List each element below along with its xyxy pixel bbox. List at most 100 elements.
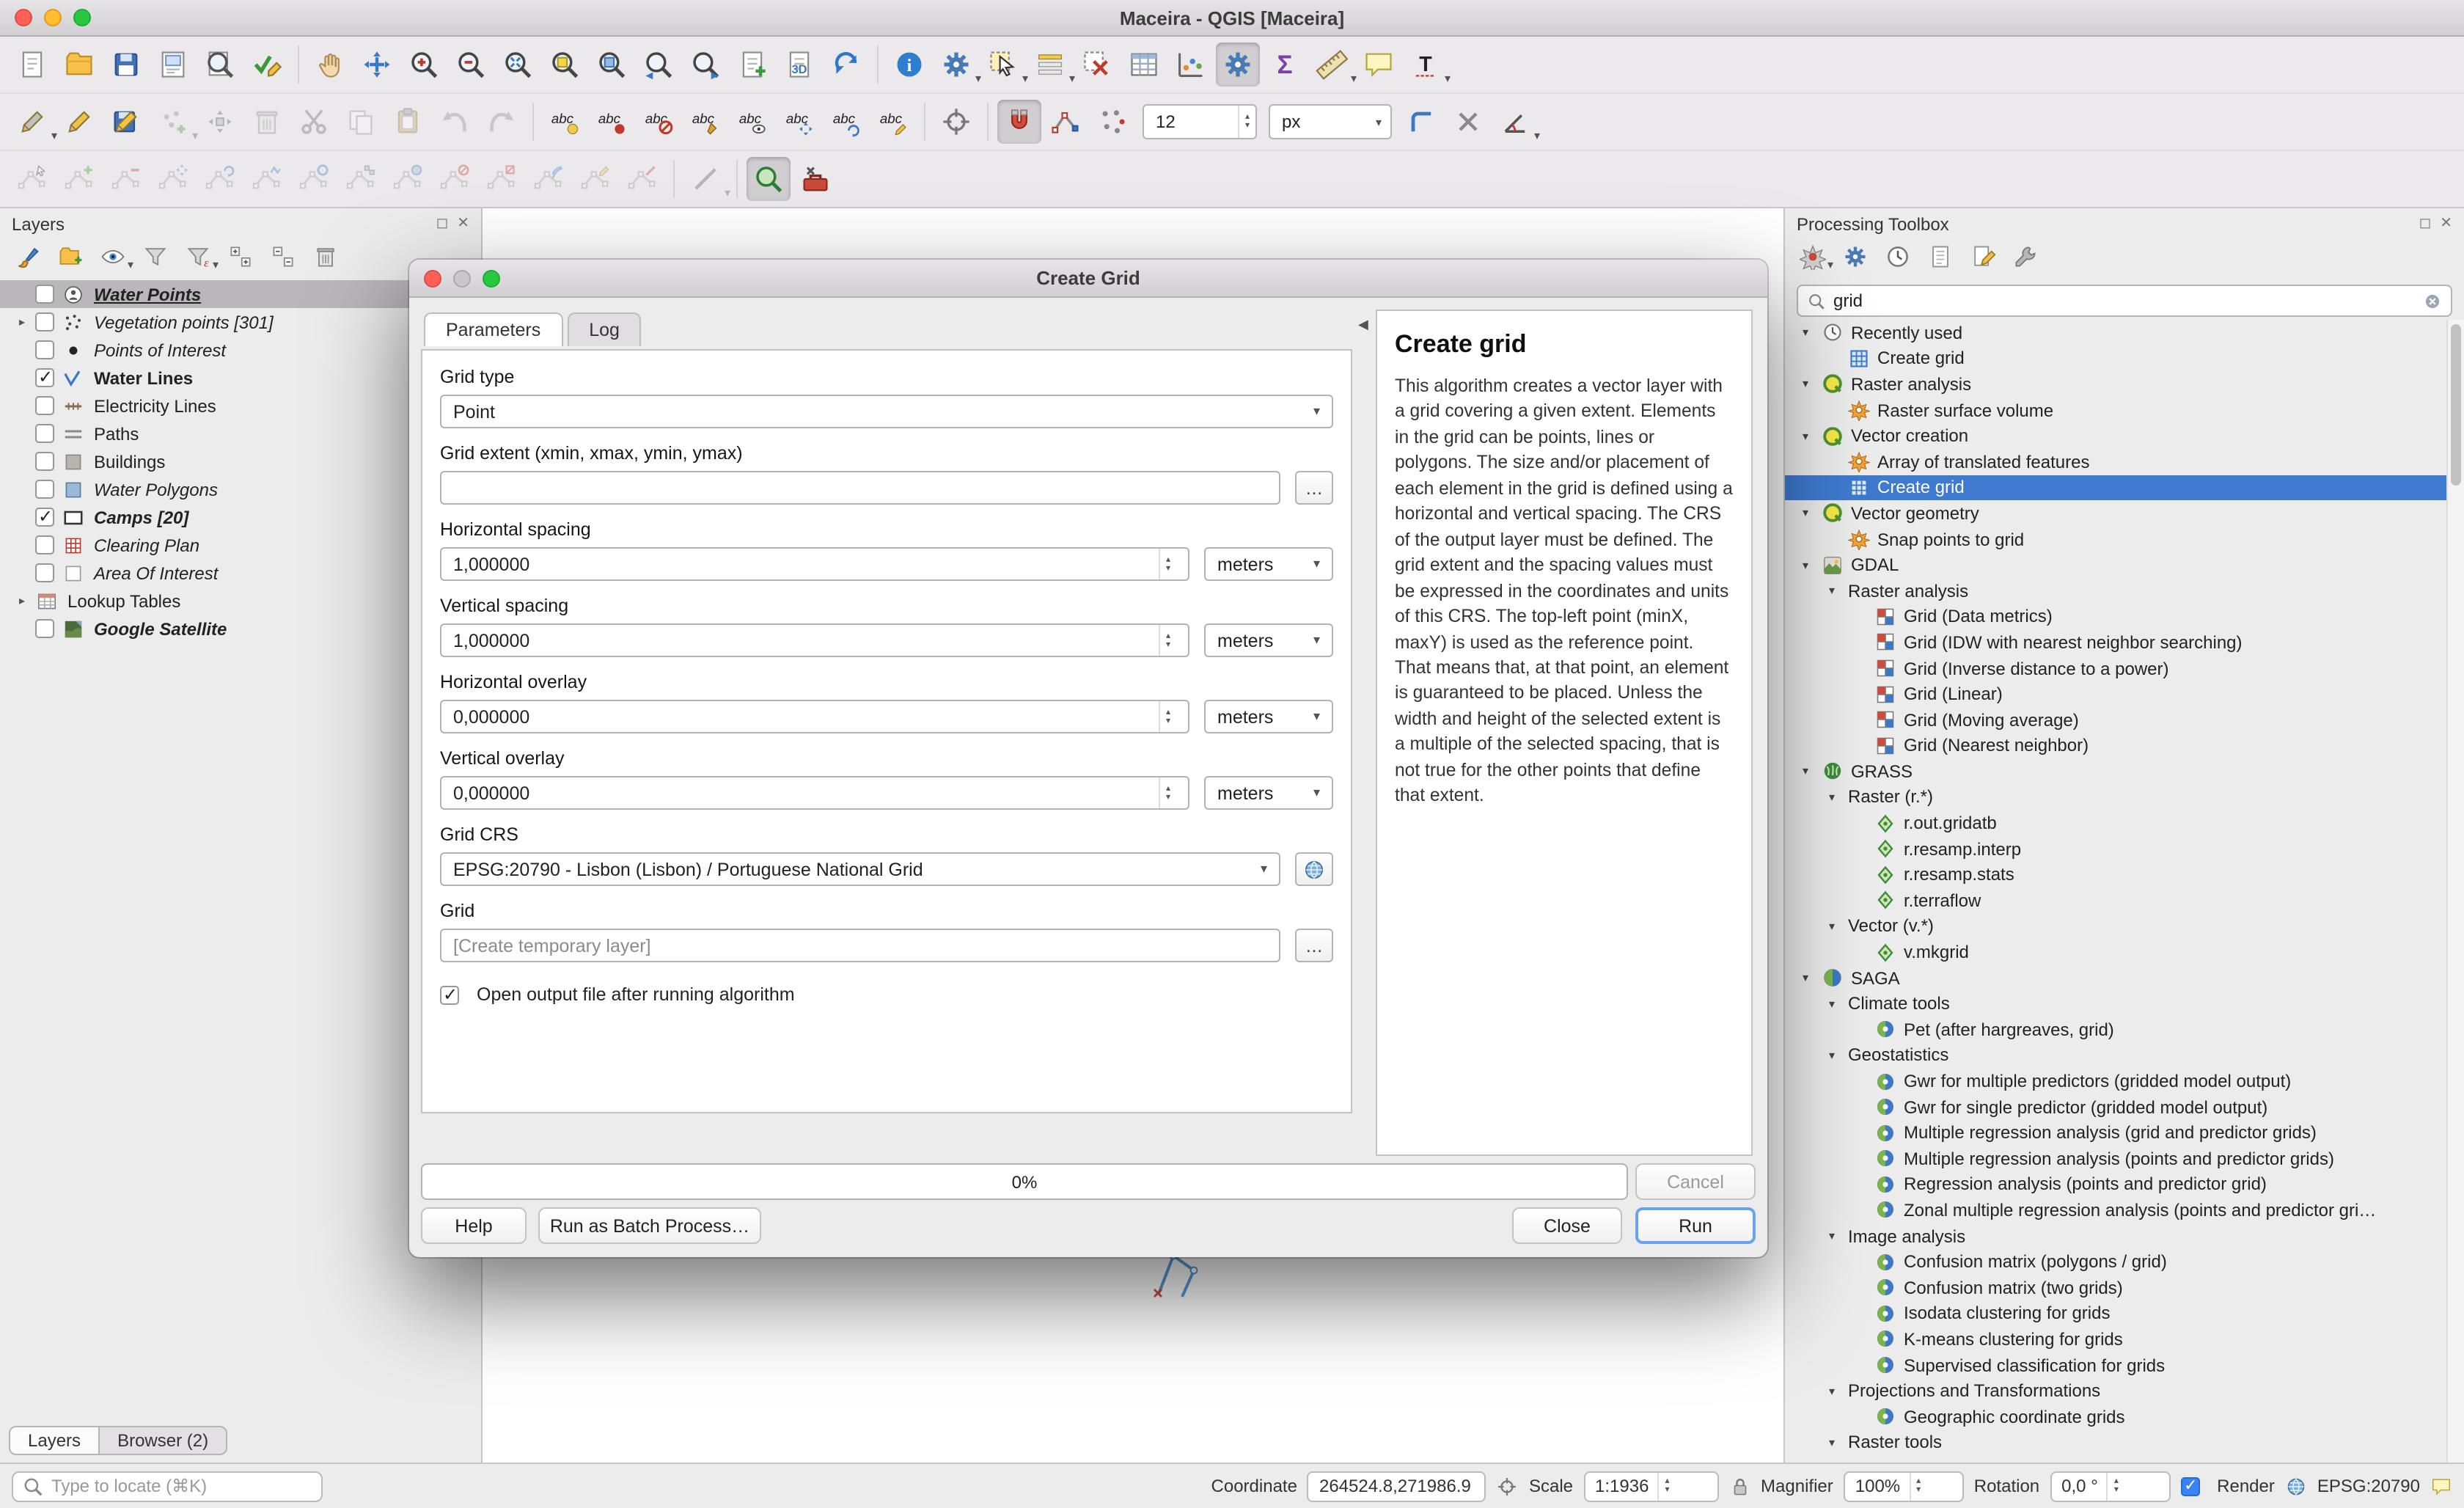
render-checkbox[interactable] (2180, 1476, 2199, 1496)
stepper-icons[interactable]: ▴▾ (1238, 106, 1255, 138)
toolbox-item[interactable]: Pet (after hargreaves, grid) (1785, 1017, 2446, 1042)
toolbox-item[interactable]: Snap points to grid (1785, 527, 2446, 552)
disclosure-triangle-icon[interactable]: ▾ (1803, 507, 1822, 520)
locate-input[interactable]: Type to locate (⌘K) (12, 1471, 323, 1501)
snap-unit-combo[interactable]: px▾ (1269, 104, 1392, 139)
tab-parameters[interactable]: Parameters (424, 312, 562, 346)
options-button[interactable] (2008, 241, 2043, 273)
tab-browser[interactable]: Browser (2) (100, 1426, 227, 1455)
disclosure-triangle-icon[interactable]: ▾ (1829, 1229, 1848, 1242)
close-panel-icon[interactable]: ✕ (457, 216, 469, 232)
snapping-intersection-button[interactable] (1091, 100, 1135, 144)
results-viewer-button[interactable] (1923, 241, 1958, 273)
toolbox-item[interactable]: ▾GDAL (1785, 552, 2446, 578)
layer-diagram-options-button[interactable]: abc (590, 100, 634, 144)
undo-button[interactable] (433, 100, 477, 144)
history-button[interactable] (1880, 241, 1915, 273)
window-titlebar[interactable]: Maceira - QGIS [Maceira] (0, 0, 2464, 37)
crs-combo[interactable]: EPSG:20790 - Lisbon (Lisbon) / Portugues… (440, 852, 1280, 886)
disclosure-triangle-icon[interactable]: ▾ (1829, 1436, 1848, 1449)
float-panel-icon[interactable]: ◻ (436, 216, 449, 232)
delete-selected-button[interactable] (245, 100, 289, 144)
statistical-summary-button[interactable]: Σ (1263, 43, 1307, 87)
remove-layer-button[interactable] (308, 241, 343, 273)
extent-toggle-icon[interactable] (1497, 1475, 1519, 1497)
toolbox-item[interactable]: Create grid (1785, 475, 2446, 500)
disclosure-triangle-icon[interactable]: ▾ (1829, 1049, 1848, 1062)
toolbox-item[interactable]: Grid (Inverse distance to a power) (1785, 655, 2446, 681)
help-button[interactable]: Help (421, 1207, 527, 1244)
simplify-feature-button[interactable] (245, 157, 289, 201)
extent-input[interactable] (440, 471, 1280, 505)
edit-features-in-place-button[interactable] (1965, 241, 2001, 273)
style-manager-button[interactable] (245, 43, 289, 87)
layer-visibility-checkbox[interactable] (35, 424, 54, 443)
toolbox-item[interactable]: ▾Recently used (1785, 320, 2446, 345)
add-part-button[interactable] (339, 157, 383, 201)
models-button[interactable]: ▾ (1795, 241, 1830, 273)
disclosure-triangle-icon[interactable]: ▾ (1829, 1384, 1848, 1397)
zoom-last-button[interactable] (637, 43, 681, 87)
scale-combo[interactable]: 1:1936▴▾ (1583, 1471, 1718, 1501)
search-plugin-button[interactable] (747, 157, 791, 201)
zoom-next-button[interactable] (683, 43, 727, 87)
run-as-batch-button[interactable]: Run as Batch Process… (538, 1207, 761, 1244)
offset-curve-button[interactable] (527, 157, 571, 201)
toolbox-item[interactable]: Grid (Nearest neighbor) (1785, 733, 2446, 758)
toolbox-item[interactable]: Supervised classification for grids (1785, 1353, 2446, 1378)
close-panel-icon[interactable]: ✕ (2440, 216, 2452, 232)
messages-icon[interactable] (2430, 1475, 2452, 1497)
filter-by-expression-button[interactable]: ε▾ (180, 241, 216, 273)
disclosure-triangle-icon[interactable]: ▾ (1803, 429, 1822, 442)
save-layer-edits-button[interactable] (104, 100, 148, 144)
plugin-toolbox-button[interactable] (793, 157, 837, 201)
expand-arrow-icon[interactable]: ▸ (9, 594, 35, 607)
cancel-button[interactable]: Cancel (1635, 1163, 1756, 1200)
toolbox-item[interactable]: Confusion matrix (two grids) (1785, 1275, 2446, 1300)
expand-arrow-icon[interactable]: ▸ (9, 315, 35, 329)
hspacing-input[interactable]: 1,000000 ▴▾ (440, 547, 1189, 581)
toolbox-item[interactable]: ▾Vector creation (1785, 423, 2446, 449)
disclosure-triangle-icon[interactable]: ▾ (1803, 971, 1822, 984)
zoom-to-selection-button[interactable] (543, 43, 587, 87)
collapse-help-icon[interactable]: ◀ (1358, 317, 1368, 333)
toolbox-item[interactable]: ▾Raster analysis (1785, 578, 2446, 604)
paste-features-button[interactable] (386, 100, 430, 144)
tab-layers[interactable]: Layers (9, 1426, 100, 1455)
line-cap-style-button[interactable] (1446, 100, 1490, 144)
toolbox-item[interactable]: Grid (Linear) (1785, 681, 2446, 707)
scrollbar-thumb[interactable] (2451, 324, 2461, 486)
move-vertex-button[interactable] (151, 157, 195, 201)
layer-visibility-checkbox[interactable] (35, 535, 54, 554)
rotation-spin[interactable]: 0,0 °▴▾ (2050, 1471, 2170, 1501)
layer-visibility-checkbox[interactable] (35, 563, 54, 582)
vspacing-input[interactable]: 1,000000 ▴▾ (440, 623, 1189, 657)
grid-output-input[interactable]: [Create temporary layer] (440, 929, 1280, 962)
toolbox-item[interactable]: Multiple regression analysis (points and… (1785, 1146, 2446, 1171)
stepper-icons[interactable]: ▴▾ (1159, 549, 1176, 579)
move-feature-button[interactable] (198, 100, 242, 144)
reshape-features-button[interactable] (573, 157, 617, 201)
coordinate-input[interactable]: 264524.8,271986.9 (1308, 1471, 1486, 1501)
copy-features-button[interactable] (339, 100, 383, 144)
open-layer-styling-button[interactable] (10, 241, 45, 273)
toolbox-item[interactable]: ▾GRASS (1785, 758, 2446, 784)
disclosure-triangle-icon[interactable]: ▾ (1829, 584, 1848, 597)
expand-all-button[interactable] (223, 241, 258, 273)
crs-status-icon[interactable] (2285, 1475, 2307, 1497)
project-new-button[interactable] (10, 43, 54, 87)
toolbox-item[interactable]: v.mkgrid (1785, 940, 2446, 965)
toolbox-item[interactable]: ▾Climate tools (1785, 991, 2446, 1017)
new-map-view-button[interactable] (730, 43, 774, 87)
collapse-all-button[interactable] (265, 241, 301, 273)
toolbox-item[interactable]: ▾Vector (v.*) (1785, 913, 2446, 939)
layer-visibility-checkbox[interactable] (35, 368, 54, 387)
add-ring-button[interactable] (292, 157, 336, 201)
toolbox-item[interactable]: Grid (Moving average) (1785, 707, 2446, 733)
stepper-icons[interactable]: ▴▾ (1657, 1472, 1675, 1500)
extent-browse-button[interactable]: … (1295, 471, 1333, 505)
layer-visibility-checkbox[interactable] (35, 480, 54, 499)
layer-visibility-checkbox[interactable] (35, 452, 54, 471)
stepper-icons[interactable]: ▴▾ (2107, 1472, 2124, 1500)
run-feature-action-button[interactable]: ▾ (934, 43, 978, 87)
